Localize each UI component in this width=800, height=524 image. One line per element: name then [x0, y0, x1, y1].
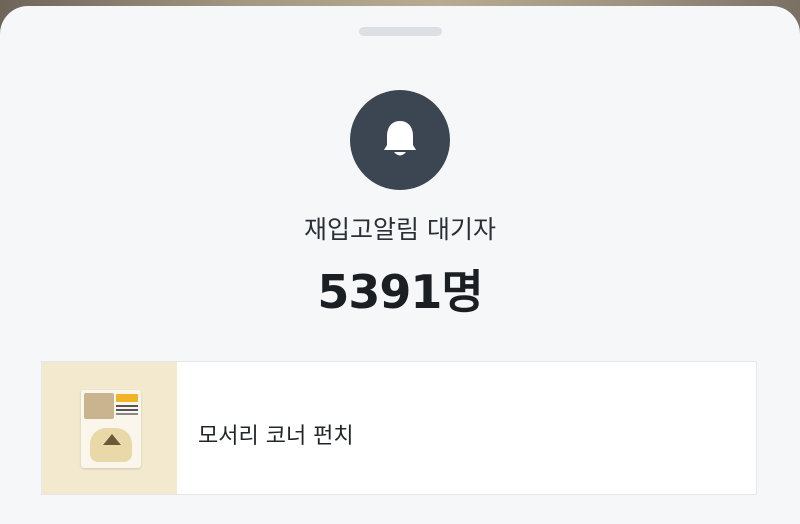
- product-package-image: [81, 390, 141, 468]
- restock-waiting-count: 5391명: [317, 265, 483, 319]
- product-name: 모서리 코너 펀치: [198, 424, 354, 449]
- bell-icon: [384, 121, 416, 156]
- product-thumbnail: [42, 362, 177, 494]
- sheet-drag-handle[interactable]: [359, 27, 442, 36]
- product-card[interactable]: 모서리 코너 펀치: [41, 361, 757, 495]
- bottom-sheet: 재입고알림 대기자 5391명 모서리 코너 펀치: [0, 6, 800, 524]
- bell-icon-badge: [350, 90, 450, 190]
- restock-waiting-label: 재입고알림 대기자: [304, 215, 496, 244]
